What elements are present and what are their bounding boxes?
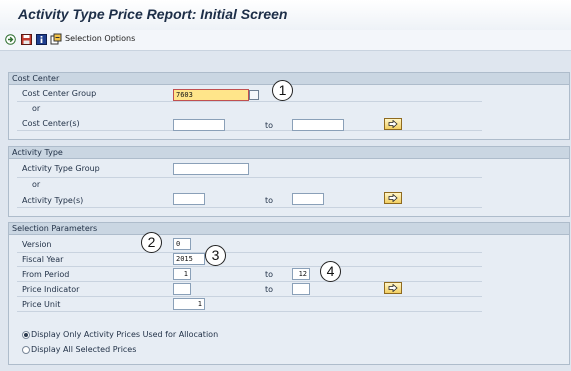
row-divider	[17, 252, 482, 253]
row-divider	[17, 266, 482, 267]
selection-parameters-group: Selection Parameters Version 0 Fiscal Ye…	[8, 222, 570, 365]
row-divider	[17, 296, 482, 297]
to-label: to	[265, 121, 274, 130]
fiscal-year-field[interactable]: 2015	[173, 253, 205, 265]
row-divider	[17, 281, 482, 282]
price-unit-label: Price Unit	[22, 300, 61, 309]
callout-2: 2	[141, 232, 162, 253]
or-label: or	[32, 104, 41, 113]
activity-type-group-field[interactable]	[173, 163, 249, 175]
selection-parameters-header: Selection Parameters	[9, 223, 569, 235]
callout-1: 1	[272, 80, 293, 101]
title-bar: Activity Type Price Report: Initial Scre…	[0, 0, 571, 30]
from-period-label: From Period	[22, 270, 70, 279]
to-label: to	[265, 196, 274, 205]
radio-allocation-prices[interactable]	[22, 331, 30, 339]
price-unit-field[interactable]: 1	[173, 298, 205, 310]
callout-3: 3	[205, 245, 226, 266]
from-period-field[interactable]: 1	[173, 268, 191, 280]
execute-icon[interactable]	[4, 33, 16, 45]
version-field[interactable]: 0	[173, 238, 191, 250]
version-label: Version	[22, 240, 52, 249]
row-divider	[17, 101, 482, 102]
multiple-selection-button[interactable]	[384, 118, 402, 130]
callout-4: 4	[320, 261, 341, 282]
to-label: to	[265, 270, 274, 279]
info-icon[interactable]	[35, 33, 47, 45]
cost-centers-label: Cost Center(s)	[22, 119, 80, 128]
cost-center-from-field[interactable]	[173, 119, 225, 131]
selection-options-button[interactable]: Selection Options	[65, 34, 135, 43]
matchcode-button[interactable]	[249, 90, 259, 100]
application-toolbar: Selection Options	[0, 30, 571, 51]
fiscal-year-label: Fiscal Year	[22, 255, 64, 264]
price-indicator-to-field[interactable]	[292, 283, 310, 295]
radio-allocation-label: Display Only Activity Prices Used for Al…	[31, 330, 219, 339]
to-period-field[interactable]: 12	[292, 268, 310, 280]
row-divider	[17, 130, 482, 131]
page-title: Activity Type Price Report: Initial Scre…	[18, 6, 288, 22]
activity-type-group: Activity Type Activity Type Group or Act…	[8, 146, 570, 217]
price-indicator-label: Price Indicator	[22, 285, 80, 294]
activity-type-group-label: Activity Type Group	[22, 164, 100, 173]
activity-type-from-field[interactable]	[173, 193, 205, 205]
save-variant-icon[interactable]	[20, 33, 32, 45]
multiple-selection-button[interactable]	[384, 192, 402, 204]
radio-all-label: Display All Selected Prices	[31, 345, 137, 354]
to-label: to	[265, 285, 274, 294]
radio-all-prices[interactable]	[22, 346, 30, 354]
row-divider	[17, 207, 482, 208]
cost-center-group-label: Cost Center Group	[22, 89, 97, 98]
or-label: or	[32, 180, 41, 189]
selection-options-icon[interactable]	[50, 33, 62, 45]
activity-type-header: Activity Type	[9, 147, 569, 159]
cost-center-to-field[interactable]	[292, 119, 344, 131]
row-divider	[17, 311, 482, 312]
cost-center-group-field[interactable]: 7603	[173, 89, 249, 101]
price-indicator-from-field[interactable]	[173, 283, 191, 295]
activity-type-to-field[interactable]	[292, 193, 324, 205]
activity-types-label: Activity Type(s)	[22, 196, 84, 205]
multiple-selection-button[interactable]	[384, 282, 402, 294]
row-divider	[17, 177, 482, 178]
